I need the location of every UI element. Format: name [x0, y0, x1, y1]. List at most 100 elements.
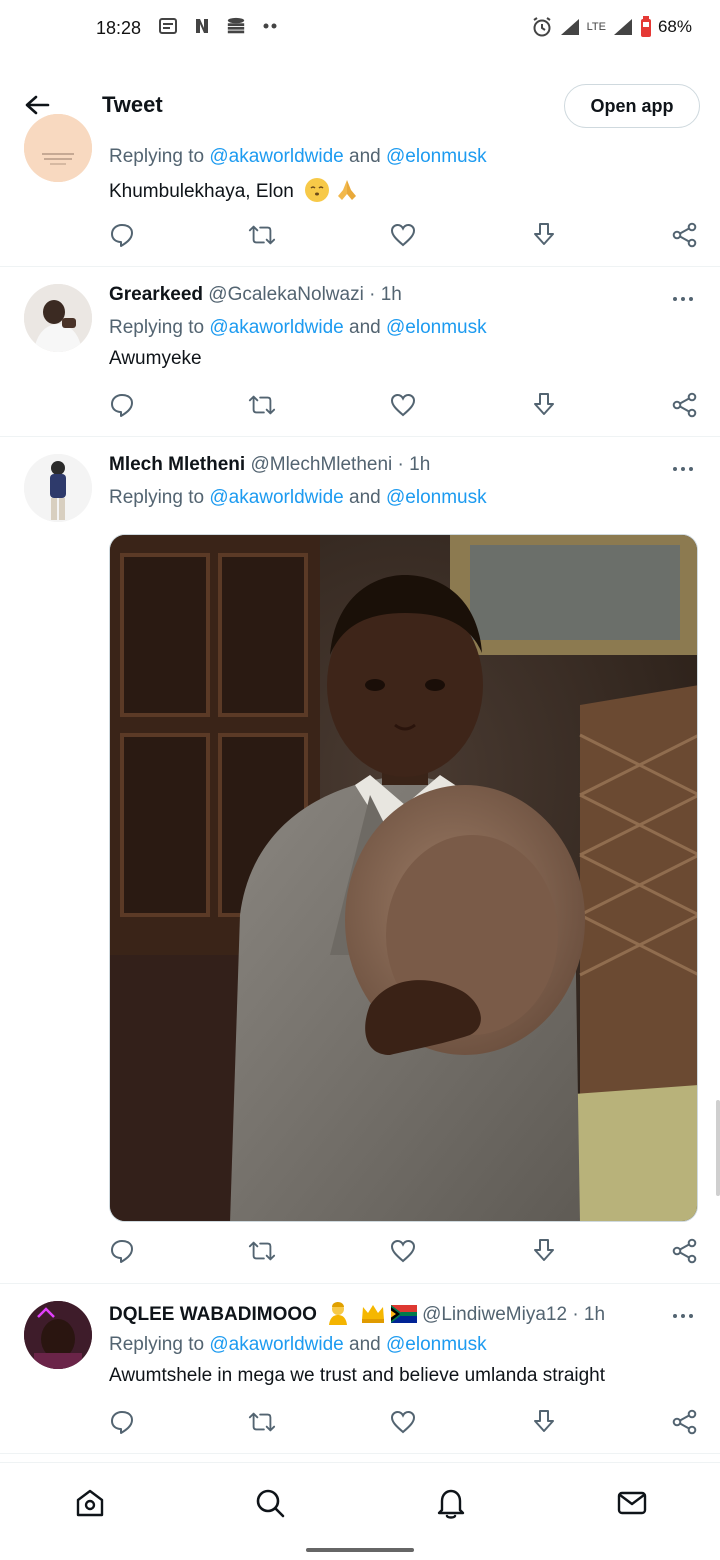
display-name[interactable]: Grearkeed — [109, 284, 203, 305]
tweet-actions — [108, 391, 700, 421]
south-africa-flag-emoji — [390, 1305, 417, 1323]
mention-link[interactable]: @akaworldwide — [209, 487, 343, 508]
user-handle[interactable]: @MlechMletheni — [250, 454, 392, 475]
like-button[interactable] — [389, 1408, 417, 1436]
mention-link[interactable]: @elonmusk — [386, 317, 487, 338]
signal-icon-2 — [613, 19, 632, 35]
more-dot — [689, 297, 693, 301]
mention-link[interactable]: @elonmusk — [386, 487, 487, 508]
display-name[interactable]: Mlech Mletheni — [109, 454, 245, 475]
tweet[interactable]: Replying to @akaworldwide and @elonmusk … — [0, 114, 720, 267]
reply-icon — [111, 1240, 133, 1263]
nav-messages[interactable] — [612, 1483, 652, 1523]
more-dot — [673, 467, 677, 471]
mention-link[interactable]: @akaworldwide — [209, 146, 343, 167]
arrow-left-icon — [25, 95, 50, 115]
mention-link[interactable]: @akaworldwide — [209, 317, 343, 338]
share-button[interactable] — [671, 221, 699, 249]
retweet-button[interactable] — [248, 391, 276, 419]
reply-button[interactable] — [108, 221, 136, 249]
reply-icon — [111, 1411, 133, 1434]
like-button[interactable] — [389, 391, 417, 419]
signal-icon — [560, 19, 579, 35]
share-button[interactable] — [671, 1237, 699, 1265]
avatar-image — [24, 284, 92, 352]
tweet-actions — [108, 1237, 700, 1267]
open-app-button[interactable]: Open app — [564, 84, 700, 128]
bottom-nav — [0, 1462, 720, 1560]
user-handle[interactable]: @GcalekaNolwazi — [208, 284, 364, 305]
save-button[interactable] — [530, 391, 558, 419]
tweet-text: Awumtshele in mega we trust and believe … — [109, 1365, 606, 1386]
battery-icon — [640, 16, 651, 37]
reply-icon — [111, 224, 133, 247]
reply-and: and — [343, 1334, 387, 1355]
scrollbar[interactable] — [716, 1100, 720, 1196]
more-options-button[interactable] — [668, 459, 698, 479]
retweet-icon — [248, 1412, 276, 1432]
more-options-button[interactable] — [668, 1306, 698, 1326]
person-emoji — [329, 1302, 348, 1325]
tweet-text: Khumbulekhaya, Elon — [109, 178, 358, 203]
tweet-time[interactable]: · 1h — [572, 1304, 605, 1325]
share-button[interactable] — [671, 391, 699, 419]
more-options-button[interactable] — [668, 289, 698, 309]
avatar[interactable] — [24, 1301, 92, 1369]
tweet-author: Mlech Mletheni @MlechMletheni · 1h — [109, 454, 430, 476]
nav-home[interactable] — [70, 1483, 110, 1523]
tweet[interactable]: Grearkeed @GcalekaNolwazi · 1h Replying … — [0, 267, 720, 437]
reply-button[interactable] — [108, 1237, 136, 1265]
tweet-actions — [108, 221, 700, 251]
share-button[interactable] — [671, 1408, 699, 1436]
status-left-icons — [158, 16, 280, 36]
reply-icon — [111, 394, 133, 417]
status-time: 18:28 — [96, 18, 142, 38]
retweet-icon — [248, 395, 276, 415]
retweet-button[interactable] — [248, 1237, 276, 1265]
avatar-image — [24, 454, 92, 522]
like-icon — [390, 1410, 416, 1434]
like-button[interactable] — [389, 1237, 417, 1265]
lte-label: LTE — [586, 21, 606, 33]
mention-link[interactable]: @akaworldwide — [209, 1334, 343, 1355]
tweet-author: DQLEE WABADIMOOO @LindiweMiya12 · 1h — [109, 1301, 605, 1326]
more-dot — [689, 467, 693, 471]
tweet-photo[interactable] — [109, 534, 698, 1222]
retweet-button[interactable] — [248, 221, 276, 249]
user-handle[interactable]: @LindiweMiya12 — [422, 1304, 567, 1325]
battery-level: 68% — [657, 17, 692, 36]
netflix-icon — [196, 19, 208, 33]
share-icon — [672, 1238, 697, 1264]
reply-button[interactable] — [108, 391, 136, 419]
tweet[interactable]: DQLEE WABADIMOOO @LindiweMiya12 · 1h Rep… — [0, 1284, 720, 1454]
page-title: Tweet — [102, 92, 163, 117]
tweet-body: Khumbulekhaya, Elon — [109, 181, 294, 202]
reply-and: and — [343, 317, 387, 338]
home-indicator[interactable] — [306, 1548, 414, 1552]
more-dot — [673, 1314, 677, 1318]
nav-search[interactable] — [250, 1483, 290, 1523]
mention-link[interactable]: @elonmusk — [386, 1334, 487, 1355]
retweet-button[interactable] — [248, 1408, 276, 1436]
avatar[interactable] — [24, 454, 92, 522]
save-button[interactable] — [530, 1237, 558, 1265]
mention-link[interactable]: @elonmusk — [386, 146, 487, 167]
reply-and: and — [343, 146, 387, 167]
like-button[interactable] — [389, 221, 417, 249]
nav-notifications[interactable] — [431, 1483, 471, 1523]
alarm-icon — [533, 17, 551, 37]
reply-context: Replying to @akaworldwide and @elonmusk — [109, 146, 487, 168]
tweet-time[interactable]: · 1h — [369, 284, 402, 305]
reply-button[interactable] — [108, 1408, 136, 1436]
news-icon — [159, 18, 177, 34]
retweet-icon — [248, 225, 276, 245]
save-button[interactable] — [530, 221, 558, 249]
display-name[interactable]: DQLEE WABADIMOOO — [109, 1304, 317, 1325]
tweet-time[interactable]: · 1h — [398, 454, 431, 475]
save-button[interactable] — [530, 1408, 558, 1436]
avatar[interactable] — [24, 284, 92, 352]
more-dot — [681, 297, 685, 301]
avatar[interactable] — [24, 114, 92, 182]
reply-and: and — [343, 487, 387, 508]
avatar-image — [24, 114, 92, 182]
